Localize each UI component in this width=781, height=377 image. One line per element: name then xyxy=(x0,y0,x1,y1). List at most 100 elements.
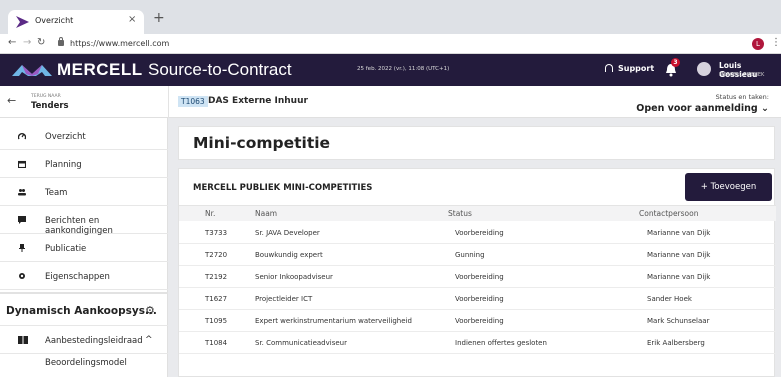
url-field[interactable]: https://www.mercell.com xyxy=(70,39,169,48)
cell-naam: Sr. JAVA Developer xyxy=(255,229,320,237)
table-row[interactable]: T1095 Expert werkinstrumentarium waterve… xyxy=(179,310,776,332)
back-to-tenders-link[interactable]: Tenders xyxy=(31,101,69,111)
page-title: Mini-competitie xyxy=(193,134,331,152)
user-org: MERCELL PUBLIEK xyxy=(719,72,765,78)
datetime: 25 feb. 2022 (vr.), 11:08 (UTC+1) xyxy=(357,66,450,72)
avatar[interactable] xyxy=(697,62,711,76)
gear-icon[interactable]: ⚙ xyxy=(145,304,155,317)
calendar-icon xyxy=(18,160,26,168)
cell-status: Voorbereiding xyxy=(455,295,504,303)
sidebar-item-planning[interactable]: Planning xyxy=(0,150,168,178)
tender-code-badge: T1063 xyxy=(178,96,208,107)
page-title-card: Mini-competitie xyxy=(178,126,775,160)
sidebar-item-beoordelingsmodel[interactable]: Beoordelingsmodel xyxy=(45,358,127,368)
table-header: Nr. Naam Status Contactpersoon xyxy=(179,205,776,221)
cell-contact: Marianne van Dijk xyxy=(647,251,711,259)
sidebar-item-aanbestedingsleidraad[interactable]: Aanbestedingsleidraad ^ xyxy=(0,326,168,354)
divider xyxy=(168,86,169,118)
cell-status: Gunning xyxy=(455,251,485,259)
app-header: MERCELL Source-to-Contract 25 feb. 2022 … xyxy=(0,54,781,86)
team-icon xyxy=(18,189,26,196)
cell-contact: Mark Schunselaar xyxy=(647,317,710,325)
reload-icon[interactable]: ↻ xyxy=(37,37,45,48)
sidebar-item-label: Berichten en aankondigingen xyxy=(45,216,113,236)
cell-contact: Marianne van Dijk xyxy=(647,273,711,281)
mercell-logo-icon xyxy=(12,65,52,76)
sidebar-item-label: Planning xyxy=(45,160,82,170)
table-row[interactable]: T1084 Sr. Communicatieadviseur Indienen … xyxy=(179,332,776,354)
browser-menu-icon[interactable]: ⋮ xyxy=(771,37,781,48)
add-button[interactable]: + Toevoegen xyxy=(685,173,772,201)
back-arrow-icon[interactable]: ← xyxy=(7,94,16,107)
cell-status: Voorbereiding xyxy=(455,273,504,281)
back-icon[interactable]: ← xyxy=(8,37,16,48)
column-header-nr[interactable]: Nr. xyxy=(205,209,215,218)
table-row[interactable]: T1627 Projectleider ICT Voorbereiding Sa… xyxy=(179,288,776,310)
profile-avatar[interactable]: L xyxy=(752,38,764,50)
cell-nr: T1095 xyxy=(205,317,228,325)
notification-badge: 3 xyxy=(671,58,680,67)
column-header-status[interactable]: Status xyxy=(448,209,472,218)
gauge-icon xyxy=(18,133,26,140)
tab-title: Overzicht xyxy=(35,16,74,25)
tender-title: DAS Externe Inhuur xyxy=(208,96,308,106)
status-caption: Status en taken: xyxy=(715,93,769,101)
cell-status: Voorbereiding xyxy=(455,317,504,325)
browser-tab[interactable]: Overzicht × xyxy=(8,10,144,34)
address-bar: ← → ↻ https://www.mercell.com L ⋮ xyxy=(0,34,781,54)
mercell-favicon-icon xyxy=(16,16,29,28)
table-row[interactable]: T3733 Sr. JAVA Developer Voorbereiding M… xyxy=(179,222,776,244)
book-icon xyxy=(18,336,28,344)
cell-nr: T2192 xyxy=(205,273,228,281)
chevron-up-icon[interactable]: ^ xyxy=(145,335,153,345)
sidebar-item-label: Publicatie xyxy=(45,244,87,254)
sidebar-item-eigenschappen[interactable]: Eigenschappen xyxy=(0,262,168,290)
sidebar-item-label: Team xyxy=(45,188,68,198)
cell-status: Indienen offertes gesloten xyxy=(455,339,547,347)
sidebar-section-title: Dynamisch Aankoopsys... xyxy=(6,305,157,317)
sidebar-item-overzicht[interactable]: Overzicht xyxy=(0,122,168,150)
column-header-naam[interactable]: Naam xyxy=(255,209,277,218)
cell-naam: Projectleider ICT xyxy=(255,295,313,303)
sidebar-section-dynamisch[interactable]: Dynamisch Aankoopsys... ⚙ xyxy=(0,292,168,326)
brand-name: MERCELL xyxy=(57,60,143,79)
sidebar-item-label: Overzicht xyxy=(45,132,86,142)
status-dropdown[interactable]: Open voor aanmelding ⌄ xyxy=(636,103,769,114)
table-row[interactable]: T2192 Senior Inkoopadviseur Voorbereidin… xyxy=(179,266,776,288)
forward-icon[interactable]: → xyxy=(23,37,31,48)
lock-icon xyxy=(58,37,64,46)
sidebar: Overzicht Planning Team Berichten en aan… xyxy=(0,118,168,377)
cell-contact: Sander Hoek xyxy=(647,295,692,303)
support-label: Support xyxy=(618,64,655,73)
cell-nr: T3733 xyxy=(205,229,228,237)
product-name: Source-to-Contract xyxy=(148,60,292,79)
new-tab-button[interactable]: + xyxy=(153,10,165,26)
sidebar-item-berichten[interactable]: Berichten en aankondigingen xyxy=(0,206,168,236)
table-row[interactable]: T2720 Bouwkundig expert Gunning Marianne… xyxy=(179,244,776,266)
cell-naam: Expert werkinstrumentarium waterveilighe… xyxy=(255,317,412,325)
cell-naam: Bouwkundig expert xyxy=(255,251,323,259)
mini-competitions-card: MERCELL PUBLIEK MINI-COMPETITIES + Toevo… xyxy=(178,168,776,377)
cell-nr: T1084 xyxy=(205,339,228,347)
cell-contact: Marianne van Dijk xyxy=(647,229,711,237)
browser-tab-bar: Overzicht × + xyxy=(0,0,781,34)
sidebar-item-team[interactable]: Team xyxy=(0,178,168,206)
column-header-contact[interactable]: Contactpersoon xyxy=(639,209,698,218)
cell-naam: Sr. Communicatieadviseur xyxy=(255,339,347,347)
chat-icon xyxy=(18,216,26,224)
headset-icon xyxy=(605,64,613,72)
settings-icon xyxy=(19,273,25,279)
list-title: MERCELL PUBLIEK MINI-COMPETITIES xyxy=(193,183,373,193)
sidebar-item-label: Aanbestedingsleidraad xyxy=(45,336,143,346)
cell-contact: Erik Aalbersberg xyxy=(647,339,705,347)
cell-status: Voorbereiding xyxy=(455,229,504,237)
support-button[interactable]: Support xyxy=(605,64,654,73)
cell-nr: T2720 xyxy=(205,251,228,259)
sidebar-item-label: Eigenschappen xyxy=(45,272,110,282)
sidebar-item-publicatie[interactable]: Publicatie xyxy=(0,234,168,262)
back-caption: TERUG NAAR xyxy=(31,94,61,99)
cell-nr: T1627 xyxy=(205,295,228,303)
pin-icon xyxy=(19,244,25,252)
close-icon[interactable]: × xyxy=(128,14,136,25)
cell-naam: Senior Inkoopadviseur xyxy=(255,273,333,281)
